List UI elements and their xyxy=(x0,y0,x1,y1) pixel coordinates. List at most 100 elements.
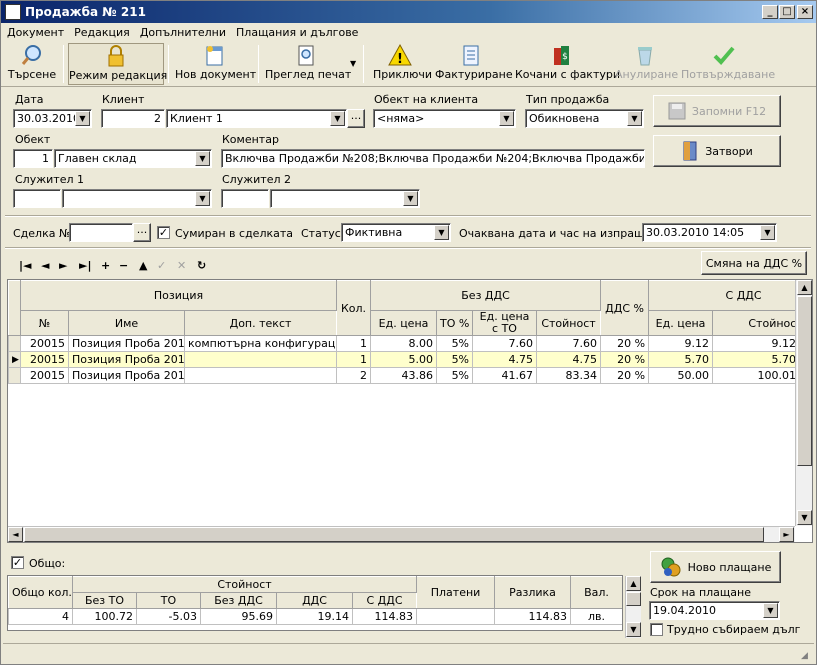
employee1-name-field[interactable]: ▼ xyxy=(62,189,212,208)
cell-no[interactable]: 20015 xyxy=(20,351,69,368)
due-date-dropdown-icon[interactable]: ▼ xyxy=(763,603,778,618)
cell-extra[interactable] xyxy=(183,351,338,368)
due-date-field[interactable]: 19.04.2010 ▼ xyxy=(649,601,780,620)
close-button[interactable]: Затвори xyxy=(653,135,781,167)
deal-browse-button[interactable]: ··· xyxy=(133,223,151,242)
cell-value[interactable]: 4.75 xyxy=(536,351,602,368)
menu-edit[interactable]: Редакция xyxy=(74,26,130,39)
prev-record-icon[interactable]: ◄ xyxy=(41,259,49,272)
search-button[interactable]: Търсене xyxy=(7,43,57,85)
employee2-id-field[interactable] xyxy=(221,189,269,208)
finish-button[interactable]: ! Приключи xyxy=(373,43,432,85)
employee2-name-field[interactable]: ▼ xyxy=(270,189,420,208)
cancel-record-icon[interactable]: ✕ xyxy=(177,259,186,272)
cell-extra[interactable]: компютърна конфигурация xyxy=(183,335,338,352)
client-dropdown-icon[interactable]: ▼ xyxy=(330,111,345,126)
expected-date-dropdown-icon[interactable]: ▼ xyxy=(760,225,775,240)
cell-price[interactable]: 8.00 xyxy=(370,335,438,352)
sale-type-dropdown-icon[interactable]: ▼ xyxy=(627,111,642,126)
employee1-dropdown-icon[interactable]: ▼ xyxy=(195,191,210,206)
scroll-right-icon[interactable]: ► xyxy=(779,527,794,542)
date-dropdown-icon[interactable]: ▼ xyxy=(75,111,90,126)
refresh-icon[interactable]: ↻ xyxy=(197,259,206,272)
next-record-icon[interactable]: ► xyxy=(59,259,67,272)
print-preview-dropdown-icon[interactable]: ▼ xyxy=(350,59,356,68)
hard-debt-checkbox[interactable] xyxy=(650,623,663,636)
confirm-button[interactable]: Потвърждаване xyxy=(681,43,775,85)
minimize-button[interactable]: _ xyxy=(762,5,778,19)
last-record-icon[interactable]: ►| xyxy=(79,259,91,272)
cell-qty[interactable]: 1 xyxy=(336,351,372,368)
status-dropdown-icon[interactable]: ▼ xyxy=(434,225,449,240)
cell-qty[interactable]: 2 xyxy=(336,367,372,384)
scroll-up-icon[interactable]: ▲ xyxy=(626,576,641,591)
cell-vat[interactable]: 20 % xyxy=(600,351,650,368)
cell-price-to[interactable]: 41.67 xyxy=(472,367,538,384)
scroll-down-icon[interactable]: ▼ xyxy=(797,510,812,525)
expected-date-field[interactable]: 30.03.2010 14:05 ▼ xyxy=(642,223,777,242)
cell-price-vat[interactable]: 9.12 xyxy=(648,335,714,352)
cell-price-to[interactable]: 7.60 xyxy=(472,335,538,352)
new-payment-button[interactable]: Ново плащане xyxy=(650,551,781,583)
cell-price[interactable]: 5.00 xyxy=(370,351,438,368)
cell-name[interactable]: Позиция Проба 2010.1 xyxy=(68,335,185,352)
menu-document[interactable]: Документ xyxy=(7,26,64,39)
cell-extra[interactable] xyxy=(183,367,338,384)
date-field[interactable]: 30.03.2010 ▼ xyxy=(13,109,92,128)
client-object-field[interactable]: <няма> ▼ xyxy=(373,109,516,128)
close-window-button[interactable]: × xyxy=(797,5,813,19)
object-dropdown-icon[interactable]: ▼ xyxy=(195,151,210,166)
employee2-dropdown-icon[interactable]: ▼ xyxy=(403,191,418,206)
cell-vat[interactable]: 20 % xyxy=(600,367,650,384)
cell-qty[interactable]: 1 xyxy=(336,335,372,352)
cell-to[interactable]: 5% xyxy=(436,367,474,384)
resize-grip-icon[interactable]: ◢ xyxy=(801,651,808,661)
scroll-left-icon[interactable]: ◄ xyxy=(8,527,23,542)
scroll-thumb-h[interactable] xyxy=(24,527,764,542)
cell-value[interactable]: 83.34 xyxy=(536,367,602,384)
invoice-button[interactable]: Фактуриране xyxy=(435,43,513,85)
cell-name[interactable]: Позиция Проба 2010.1 xyxy=(68,367,185,384)
menu-additional[interactable]: Допълнителни xyxy=(140,26,226,39)
cell-price-to[interactable]: 4.75 xyxy=(472,351,538,368)
cell-no[interactable]: 20015 xyxy=(20,367,69,384)
post-record-icon[interactable]: ✓ xyxy=(157,259,166,272)
status-field[interactable]: Фиктивна ▼ xyxy=(341,223,451,242)
object-name-field[interactable]: Главен склад ▼ xyxy=(54,149,212,168)
total-checkbox[interactable]: ✓ xyxy=(11,556,24,569)
edit-record-icon[interactable]: ▲ xyxy=(139,259,147,272)
cell-to[interactable]: 5% xyxy=(436,335,474,352)
summed-checkbox[interactable]: ✓ xyxy=(157,226,170,239)
scroll-up-icon[interactable]: ▲ xyxy=(797,280,812,295)
cell-no[interactable]: 20015 xyxy=(20,335,69,352)
deal-field[interactable] xyxy=(69,223,133,242)
table-row[interactable]: 20015 Позиция Проба 2010.1 2 43.86 5% 41… xyxy=(8,367,812,384)
cell-price[interactable]: 43.86 xyxy=(370,367,438,384)
grid-horizontal-scrollbar[interactable]: ◄ ► xyxy=(8,526,795,542)
add-record-icon[interactable]: + xyxy=(101,259,110,272)
cell-value[interactable]: 7.60 xyxy=(536,335,602,352)
print-preview-button[interactable]: Преглед печат xyxy=(265,43,351,85)
first-record-icon[interactable]: |◄ xyxy=(19,259,31,272)
table-row-selected[interactable]: ▶ 20015 Позиция Проба 2010.1 1 5.00 5% 4… xyxy=(8,351,812,368)
cell-vat[interactable]: 20 % xyxy=(600,335,650,352)
sale-type-field[interactable]: Обикновена ▼ xyxy=(525,109,644,128)
delete-record-icon[interactable]: − xyxy=(119,259,128,272)
client-browse-button[interactable]: ··· xyxy=(347,109,365,128)
cell-price-vat[interactable]: 50.00 xyxy=(648,367,714,384)
object-id-field[interactable]: 1 xyxy=(13,149,53,168)
cell-to[interactable]: 5% xyxy=(436,351,474,368)
menu-payments[interactable]: Плащания и дългове xyxy=(236,26,358,39)
invoice-books-button[interactable]: $ Кочани с фактури xyxy=(515,43,620,85)
grid-vertical-scrollbar[interactable]: ▲ ▼ xyxy=(795,280,812,526)
totals-vertical-scrollbar[interactable]: ▲ ▼ xyxy=(625,576,641,638)
employee1-id-field[interactable] xyxy=(13,189,61,208)
comment-field[interactable]: Включва Продажби №208;Включва Продажби №… xyxy=(221,149,645,168)
save-button[interactable]: Запомни F12 xyxy=(653,95,781,127)
table-row[interactable]: 20015 Позиция Проба 2010.1 компютърна ко… xyxy=(8,335,812,352)
client-name-field[interactable]: Клиент 1 ▼ xyxy=(166,109,347,128)
scroll-thumb[interactable] xyxy=(797,296,812,466)
new-document-button[interactable]: Нов документ xyxy=(175,43,256,85)
cell-name[interactable]: Позиция Проба 2010.1 xyxy=(68,351,185,368)
maximize-button[interactable]: □ xyxy=(779,5,795,19)
